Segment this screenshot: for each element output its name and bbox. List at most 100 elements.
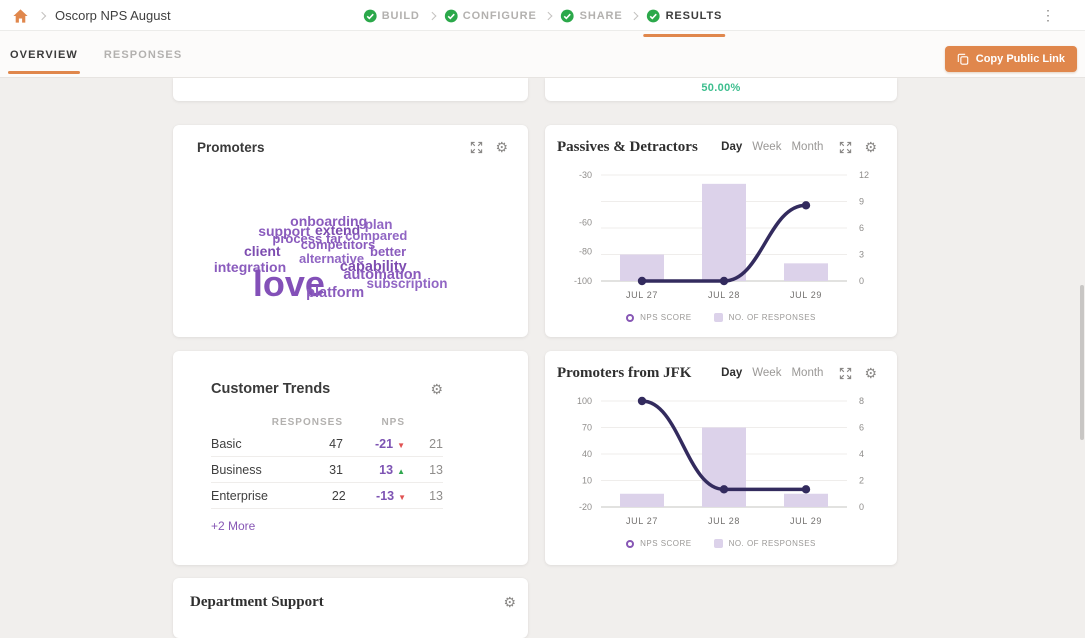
- svg-text:JUL 28: JUL 28: [708, 516, 740, 526]
- svg-text:3: 3: [859, 250, 864, 260]
- step-build[interactable]: BUILD: [363, 0, 420, 31]
- expand-icon[interactable]: [839, 367, 852, 380]
- svg-text:4: 4: [859, 449, 864, 459]
- nps-combo-chart: 129630-30-60-80-100JUL 27JUL 28JUL 29: [545, 161, 897, 311]
- step-label: CONFIGURE: [463, 10, 537, 22]
- more-menu-icon[interactable]: ⋮: [1041, 6, 1055, 24]
- partial-card-right: 50.00%: [545, 78, 897, 101]
- chart-point: [802, 485, 810, 493]
- chart-bar: [784, 494, 828, 507]
- word-cloud: onboardingplansupportextendprocess farco…: [173, 159, 528, 337]
- chart-canvas: 129630-30-60-80-100JUL 27JUL 28JUL 29: [545, 161, 897, 311]
- svg-text:JUL 27: JUL 27: [626, 290, 658, 300]
- svg-text:10: 10: [582, 476, 592, 486]
- expand-icon[interactable]: [839, 141, 852, 154]
- table-row: Enterprise 22 -13▼ 13: [211, 483, 443, 509]
- column-header-nps: NPS: [343, 417, 405, 428]
- copy-public-link-button[interactable]: Copy Public Link: [945, 46, 1077, 72]
- range-day[interactable]: Day: [721, 367, 742, 379]
- svg-text:-80: -80: [579, 246, 592, 256]
- range-month[interactable]: Month: [791, 141, 823, 153]
- gear-icon[interactable]: ⚙: [864, 140, 877, 154]
- range-toggle: Day Week Month: [721, 367, 823, 379]
- tab-bar: OVERVIEW RESPONSES Copy Public Link: [0, 31, 1085, 78]
- chart-point: [720, 277, 728, 285]
- svg-text:JUL 29: JUL 29: [790, 516, 822, 526]
- cloud-word: client: [244, 244, 281, 258]
- partial-card-left: [173, 78, 528, 101]
- check-circle-icon: [561, 9, 575, 23]
- home-icon[interactable]: [12, 8, 29, 24]
- chart-bar: [784, 263, 828, 281]
- gear-icon[interactable]: ⚙: [495, 140, 508, 154]
- step-configure[interactable]: CONFIGURE: [444, 0, 537, 31]
- percent-value: 50.00%: [545, 78, 897, 94]
- more-link[interactable]: +2 More: [211, 519, 255, 533]
- legend-label: NPS SCORE: [640, 539, 691, 548]
- svg-text:-20: -20: [579, 502, 592, 512]
- range-day[interactable]: Day: [721, 141, 742, 153]
- trend-icon: ▼: [398, 493, 406, 502]
- legend-label: NO. OF RESPONSES: [729, 539, 816, 548]
- step-chevron-icon: [630, 11, 638, 19]
- promoters-jfk-card: Promoters from JFK Day Week Month ⚙ 8 6 4 2…: [545, 351, 897, 565]
- chart-point: [638, 277, 646, 285]
- range-month[interactable]: Month: [791, 367, 823, 379]
- svg-text:8: 8: [859, 396, 864, 406]
- svg-text:2: 2: [859, 476, 864, 486]
- tab-responses[interactable]: RESPONSES: [102, 31, 184, 78]
- promoters-card: Promoters ⚙ onboardingplansupportextendp…: [173, 125, 528, 337]
- gear-icon[interactable]: ⚙: [864, 366, 877, 380]
- svg-text:-60: -60: [579, 218, 592, 228]
- passives-detractors-card: Passives & Detractors Day Week Month ⚙ 1…: [545, 125, 897, 337]
- trend-icon: ▲: [397, 467, 405, 476]
- customer-trends-card: Customer Trends ⚙ RESPONSES NPS Basic 47…: [173, 351, 528, 565]
- chart-bar: [620, 494, 664, 507]
- expand-icon[interactable]: [470, 141, 483, 154]
- range-week[interactable]: Week: [752, 367, 781, 379]
- responses-swatch: [714, 313, 723, 322]
- column-header-responses: RESPONSES: [263, 417, 343, 428]
- chart-point: [720, 485, 728, 493]
- table-header-row: RESPONSES NPS: [211, 413, 443, 431]
- svg-text:0: 0: [859, 276, 864, 286]
- card-title: Department Support: [190, 594, 324, 611]
- nps-combo-chart: 86420100704010-20JUL 27JUL 28JUL 29: [545, 387, 897, 537]
- chart-bar: [702, 184, 746, 281]
- chart-canvas: 86420100704010-20JUL 27JUL 28JUL 29: [545, 387, 897, 537]
- step-label: BUILD: [382, 10, 420, 22]
- step-chevron-icon: [544, 11, 552, 19]
- chart-point: [638, 397, 646, 405]
- table-row: Business 31 13▲ 13: [211, 457, 443, 483]
- nps-score-swatch: [626, 314, 634, 322]
- card-title: Promoters: [197, 140, 265, 155]
- svg-text:-30: -30: [579, 170, 592, 180]
- card-title: Promoters from JFK: [557, 365, 691, 382]
- range-week[interactable]: Week: [752, 141, 781, 153]
- check-circle-icon: [363, 9, 377, 23]
- chart-bar: [702, 428, 746, 508]
- step-label: SHARE: [580, 10, 623, 22]
- cloud-word: competitors: [301, 238, 375, 251]
- svg-text:6: 6: [859, 423, 864, 433]
- copy-icon: [957, 53, 969, 65]
- svg-text:JUL 28: JUL 28: [708, 290, 740, 300]
- chart-legend: NPS SCORE NO. OF RESPONSES: [545, 313, 897, 322]
- chart-point: [802, 201, 810, 209]
- cloud-word: better: [370, 245, 406, 258]
- vertical-scrollbar[interactable]: [1080, 285, 1084, 440]
- step-label: RESULTS: [666, 10, 723, 22]
- cloud-word: platform: [306, 286, 364, 301]
- card-title: Customer Trends: [211, 381, 330, 397]
- step-results[interactable]: RESULTS: [647, 0, 723, 31]
- gear-icon[interactable]: ⚙: [430, 382, 443, 396]
- card-title: Passives & Detractors: [557, 139, 698, 156]
- step-share[interactable]: SHARE: [561, 0, 623, 31]
- gear-icon[interactable]: ⚙: [503, 595, 516, 609]
- legend-label: NPS SCORE: [640, 313, 691, 322]
- cloud-word: subscription: [366, 277, 447, 291]
- nps-score-swatch: [626, 540, 634, 548]
- svg-text:6: 6: [859, 223, 864, 233]
- tab-overview[interactable]: OVERVIEW: [8, 31, 80, 78]
- table-row: Basic 47 -21▼ 21: [211, 431, 443, 457]
